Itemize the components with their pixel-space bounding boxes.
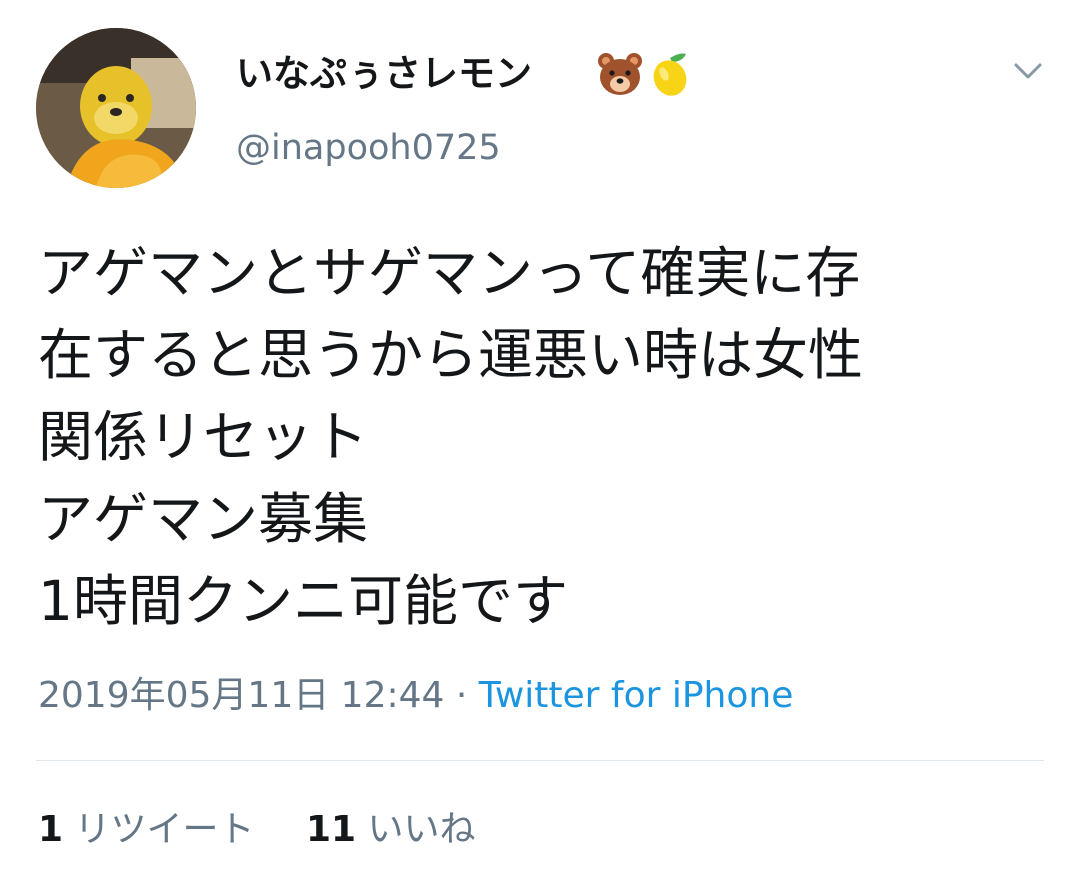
display-name[interactable]: いなぷぅさレモン	[236, 50, 532, 98]
tweet-detail: いなぷぅさレモン @inapooh0725 アゲマンとサゲマンって確実に存 在す…	[0, 0, 1079, 877]
likes-stat[interactable]: 11 いいね	[306, 806, 476, 854]
tweet-stats: 1 リツイート 11 いいね	[38, 806, 476, 854]
retweets-count: 1	[38, 809, 64, 850]
retweets-label: リツイート	[74, 809, 255, 850]
divider	[36, 760, 1044, 761]
tweet-meta: 2019年05月11日 12:44 · Twitter for iPhone	[38, 672, 793, 720]
tweet-timestamp[interactable]: 2019年05月11日 12:44	[38, 675, 444, 716]
tweet-source-link[interactable]: Twitter for iPhone	[479, 675, 794, 716]
user-handle[interactable]: @inapooh0725	[236, 126, 501, 170]
retweets-stat[interactable]: 1 リツイート	[38, 806, 255, 854]
tweet-text: アゲマンとサゲマンって確実に存 在すると思うから運悪い時は女性 関係リセット ア…	[38, 241, 864, 633]
avatar[interactable]	[36, 28, 196, 188]
likes-label: いいね	[367, 809, 476, 850]
name-emojis	[596, 48, 692, 100]
likes-count: 11	[305, 809, 357, 850]
chevron-down-icon[interactable]	[1010, 56, 1046, 86]
meta-separator: ·	[455, 675, 468, 716]
bear-face-icon	[598, 53, 642, 95]
lemon-icon	[653, 53, 687, 96]
avatar-image	[36, 28, 196, 188]
